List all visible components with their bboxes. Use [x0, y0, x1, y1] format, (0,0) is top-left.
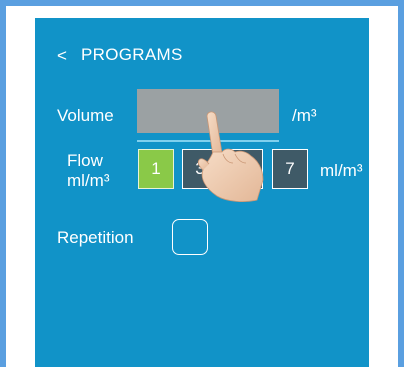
flow-label-line1: Flow: [67, 151, 103, 170]
flow-label: Flow ml/m³: [67, 151, 109, 191]
back-to-programs[interactable]: < PROGRAMS: [57, 45, 183, 65]
flow-option-1[interactable]: 1: [138, 149, 174, 189]
repetition-checkbox[interactable]: [172, 219, 208, 255]
flow-option-7[interactable]: 7: [272, 149, 308, 189]
flow-label-line2: ml/m³: [67, 171, 110, 190]
repetition-label: Repetition: [57, 228, 134, 247]
flow-unit: ml/m³: [320, 161, 363, 180]
volume-label: Volume: [57, 106, 114, 125]
volume-unit: /m³: [292, 106, 317, 125]
programs-screen: < PROGRAMS Volume /m³ Flow ml/m³ 1 3 5 7…: [35, 18, 369, 367]
back-chevron-icon[interactable]: <: [57, 47, 67, 64]
pointing-hand-icon: [197, 111, 264, 203]
page-title: PROGRAMS: [81, 45, 183, 64]
